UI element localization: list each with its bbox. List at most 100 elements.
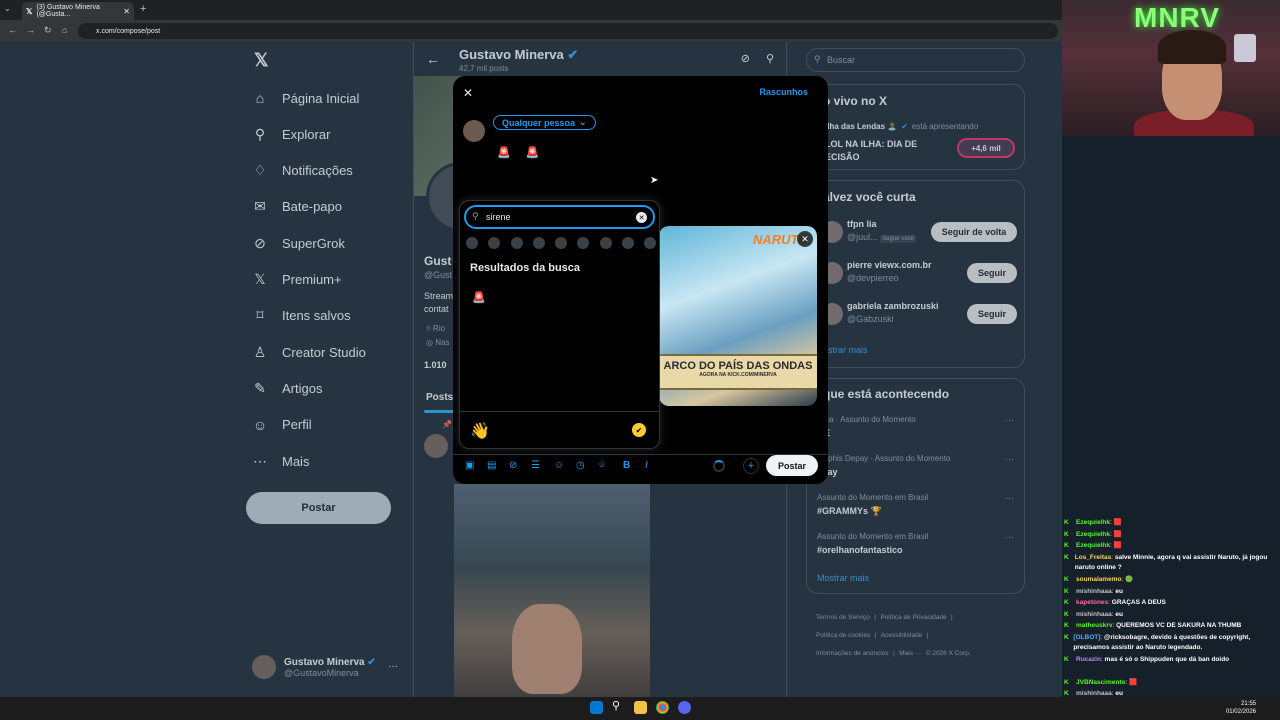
- search-icon: ⚲: [472, 211, 479, 221]
- emoji-search-value: sirene: [486, 212, 511, 222]
- chat-message: Kmatheuskrv: QUEREMOS VC DE SAKURA NA TH…: [1064, 622, 1242, 629]
- audience-selector[interactable]: Qualquer pessoa ⌄: [493, 115, 596, 130]
- compose-text[interactable]: 🚨 🚨: [497, 146, 545, 159]
- symbol-icon[interactable]: [621, 237, 634, 249]
- chrome-icon[interactable]: [656, 701, 669, 714]
- clear-icon[interactable]: ✕: [636, 212, 647, 223]
- chat-message: K Ezequielhk: 🟥: [1064, 542, 1122, 549]
- x-favicon-icon: 𝕏: [26, 6, 33, 16]
- kick-badge-icon: K: [1064, 678, 1069, 686]
- media-preview[interactable]: NARUTO ARCO DO PAÍS DAS ONDAS AGORA NA K…: [659, 226, 817, 406]
- chat-user[interactable]: JVBNascimento: [1076, 679, 1126, 686]
- chat-message: K Ezequielhk: 🟥: [1064, 530, 1122, 538]
- reload-icon[interactable]: ↻: [44, 25, 52, 36]
- emoji-picker: ⚲ sirene ✕ Resultados da busca 🚨 👋 ✔: [459, 200, 660, 449]
- kick-badge-icon: K: [1064, 553, 1069, 561]
- back-icon[interactable]: ←: [8, 25, 17, 35]
- chat-text: eu: [1115, 690, 1123, 697]
- chat-message: Kkapetones: GRAÇAS A DEUS: [1064, 599, 1166, 606]
- flag-icon[interactable]: [644, 237, 656, 249]
- travel-icon[interactable]: [577, 237, 590, 249]
- poll-icon[interactable]: ☰: [531, 460, 540, 471]
- grok-icon[interactable]: ⊘: [509, 460, 517, 471]
- url-field[interactable]: x.com/compose/post: [78, 23, 1058, 39]
- chat-user[interactable]: Ezequielhk: [1076, 531, 1110, 538]
- chat-user[interactable]: Los_Freitas: [1075, 554, 1112, 561]
- chat-text: 🟢: [1125, 576, 1134, 583]
- chat-user[interactable]: Rucazin: [1076, 656, 1101, 663]
- chat-user[interactable]: mishinhaaa: [1076, 690, 1112, 697]
- remove-media-icon[interactable]: ✕: [797, 231, 813, 247]
- post-button[interactable]: Postar: [766, 455, 818, 476]
- emoji-icon[interactable]: ☺: [554, 460, 564, 471]
- chat-text: mas é só o Shippuden que dá ban doido: [1104, 656, 1230, 663]
- smiley-icon[interactable]: [488, 237, 501, 249]
- results-title: Resultados da busca: [470, 262, 581, 274]
- tab-title: (3) Gustavo Minerva (@Gusta...: [36, 4, 100, 18]
- chat-message: K Rucazin: mas é só o Shippuden que dá ba…: [1064, 656, 1230, 663]
- windows-start-icon[interactable]: [590, 701, 603, 714]
- kick-badge-icon: K: [1064, 656, 1069, 663]
- chat-text: QUEREMOS VC DE SAKURA NA THUMB: [1116, 622, 1242, 629]
- chat-user[interactable]: [OLBOT]: [1073, 634, 1100, 641]
- emoji-result[interactable]: 🚨: [472, 291, 486, 304]
- avatar: [463, 120, 485, 142]
- media-subcaption: AGORA NA KICK.COM/MINERVA: [699, 372, 777, 378]
- tab-close-icon[interactable]: ✕: [123, 7, 130, 16]
- kick-badge-icon: K: [1064, 633, 1069, 641]
- search-icon[interactable]: ⚲: [612, 699, 625, 712]
- home-button-icon[interactable]: ⌂: [62, 25, 67, 35]
- forward-icon[interactable]: →: [26, 25, 35, 35]
- chat-user[interactable]: soumalamemo: [1076, 576, 1122, 583]
- emoji-preview: 👋: [470, 423, 490, 440]
- kick-badge-icon: K: [1064, 542, 1069, 549]
- chat-text: 🟥: [1113, 530, 1122, 538]
- schedule-icon[interactable]: ◷: [576, 460, 585, 471]
- discord-icon[interactable]: [678, 701, 691, 714]
- char-progress-ring: [713, 460, 725, 472]
- chat-user[interactable]: mishinhaaa: [1076, 588, 1112, 595]
- chat-user[interactable]: Ezequielhk: [1076, 542, 1110, 549]
- image-icon[interactable]: ▣: [465, 460, 474, 471]
- chat-message: K [OLBOT]: @ricksobagre, devido à questõe…: [1064, 633, 1251, 651]
- bold-icon[interactable]: B: [623, 460, 630, 471]
- emoji-category-row: [466, 237, 656, 249]
- kick-badge-icon: K: [1064, 519, 1069, 526]
- chat-user[interactable]: Ezequielhk: [1076, 519, 1110, 526]
- mouse-cursor-icon: ➤: [650, 175, 659, 186]
- kick-badge-icon: K: [1064, 622, 1069, 629]
- animal-icon[interactable]: [510, 237, 523, 249]
- chat-user[interactable]: matheuskrv: [1076, 622, 1113, 629]
- tab-search-icon[interactable]: ⌄: [4, 4, 11, 13]
- new-tab-icon[interactable]: +: [140, 3, 146, 15]
- skin-tone-icon[interactable]: ✔: [632, 423, 646, 437]
- taskbar: ⚲ 21:55 01/02/2026: [0, 697, 1280, 720]
- browser-tab[interactable]: 𝕏 (3) Gustavo Minerva (@Gusta... ✕: [22, 2, 134, 20]
- close-icon[interactable]: ✕: [463, 86, 473, 100]
- recent-icon[interactable]: [466, 237, 478, 249]
- chevron-down-icon: ⌄: [579, 117, 587, 127]
- chat-text: 🟥: [1113, 542, 1122, 549]
- activity-icon[interactable]: [555, 237, 567, 249]
- folder-icon[interactable]: [634, 701, 647, 714]
- webcam-overlay: MNRV: [1062, 0, 1280, 136]
- emoji-search-input[interactable]: ⚲ sirene ✕: [464, 205, 655, 229]
- chat-text: eu: [1115, 587, 1123, 595]
- browser-tab-bar: [0, 0, 1062, 20]
- gif-icon[interactable]: ▤: [487, 460, 496, 471]
- chat-message: Kmishinhaaa: eu: [1064, 587, 1123, 595]
- drafts-button[interactable]: Rascunhos: [759, 87, 808, 97]
- media-caption: ARCO DO PAÍS DAS ONDAS: [663, 360, 813, 372]
- chat-user[interactable]: mishinhaaa: [1076, 611, 1112, 618]
- object-icon[interactable]: [599, 237, 612, 249]
- chat-text: GRAÇAS A DEUS: [1111, 599, 1166, 606]
- chat-text: @ricksobagre, devido à questões de copyr…: [1073, 633, 1251, 651]
- food-icon[interactable]: [532, 237, 545, 249]
- streamer-hair: [1158, 30, 1226, 64]
- italic-icon[interactable]: I: [645, 460, 648, 471]
- location-icon[interactable]: ⌾: [599, 460, 605, 471]
- chat-user[interactable]: kapetones: [1076, 599, 1108, 606]
- add-post-icon[interactable]: +: [743, 458, 759, 474]
- clock: 21:55 01/02/2026: [1225, 701, 1256, 715]
- neon-sign-logo: MNRV: [1134, 2, 1220, 33]
